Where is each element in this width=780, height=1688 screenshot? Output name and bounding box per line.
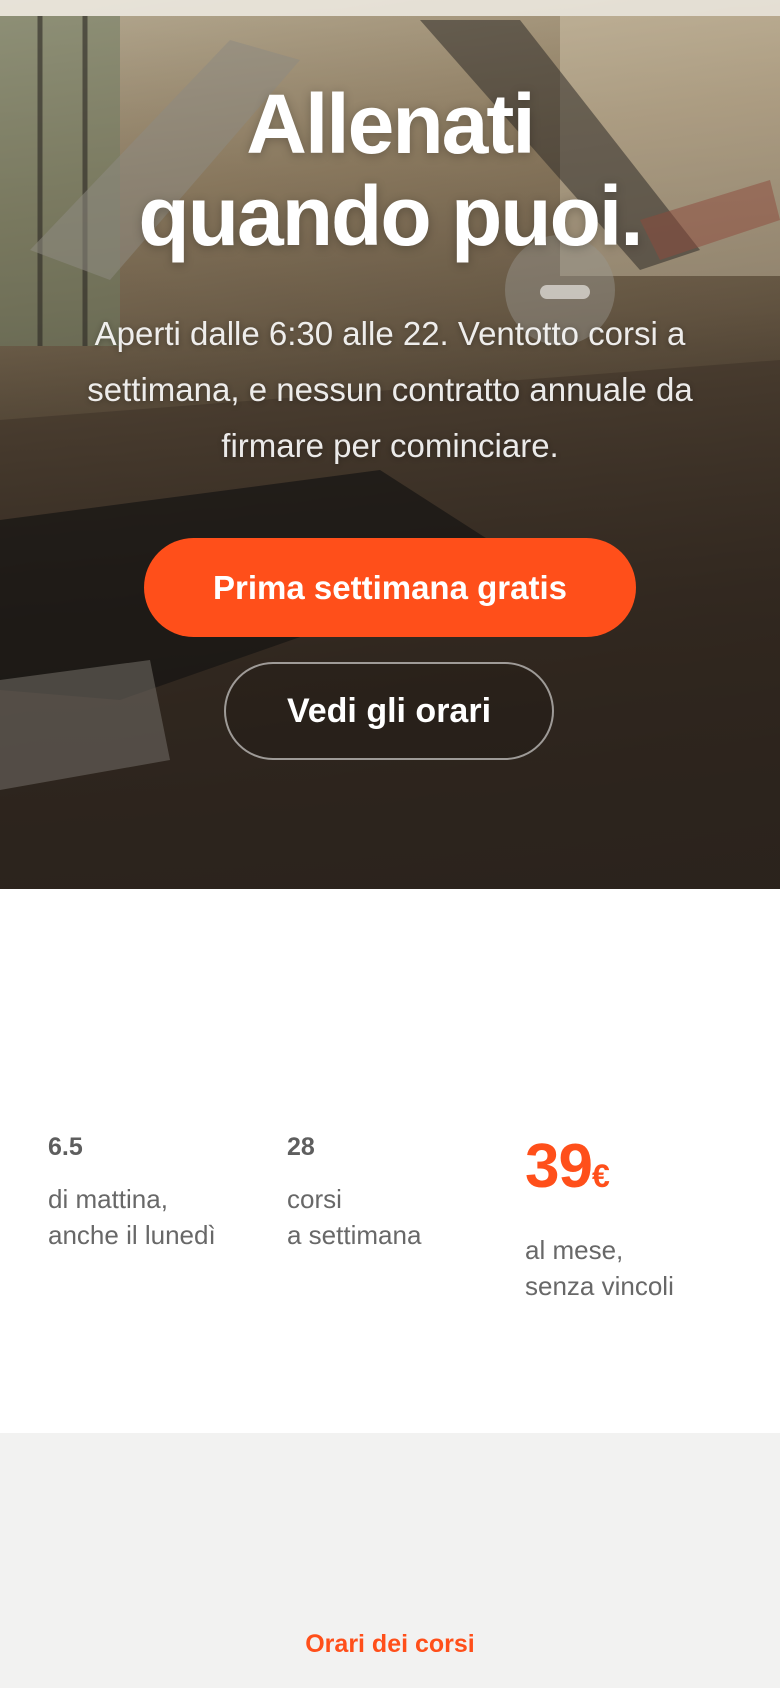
- stat-description: al mese, senza vincoli: [525, 1232, 674, 1304]
- stat-description-line: anche il lunedì: [48, 1220, 216, 1250]
- stat-description: corsi a settimana: [287, 1181, 421, 1253]
- free-week-button[interactable]: Prima settimana gratis: [144, 538, 636, 637]
- stat-description-line: al mese,: [525, 1235, 624, 1265]
- stat-description-line: senza vincoli: [525, 1271, 674, 1301]
- price-value: 39€: [525, 1131, 610, 1202]
- hero-section: Allenati quando puoi. Aperti dalle 6:30 …: [0, 0, 780, 889]
- hero-title-line-2: quando puoi.: [138, 169, 643, 263]
- hero-title: Allenati quando puoi.: [0, 78, 780, 262]
- stat-value: 6.5: [48, 1133, 83, 1161]
- price-amount: 39: [525, 1132, 593, 1201]
- hero-subtitle: Aperti dalle 6:30 alle 22. Ventotto cors…: [87, 315, 693, 464]
- schedule-section-title: Orari dei corsi: [305, 1630, 475, 1658]
- stat-description-line: a settimana: [287, 1220, 422, 1250]
- stat-value: 28: [287, 1133, 315, 1161]
- view-schedule-button[interactable]: Vedi gli orari: [224, 662, 554, 760]
- hero-title-line-1: Allenati: [246, 77, 535, 171]
- stat-description-line: corsi: [287, 1184, 342, 1214]
- stat-description-line: di mattina,: [48, 1184, 168, 1214]
- price-currency: €: [591, 1158, 610, 1194]
- stats-section: 6.5 di mattina, anche il lunedì 28 corsi…: [0, 889, 780, 1433]
- stat-description: di mattina, anche il lunedì: [48, 1181, 216, 1253]
